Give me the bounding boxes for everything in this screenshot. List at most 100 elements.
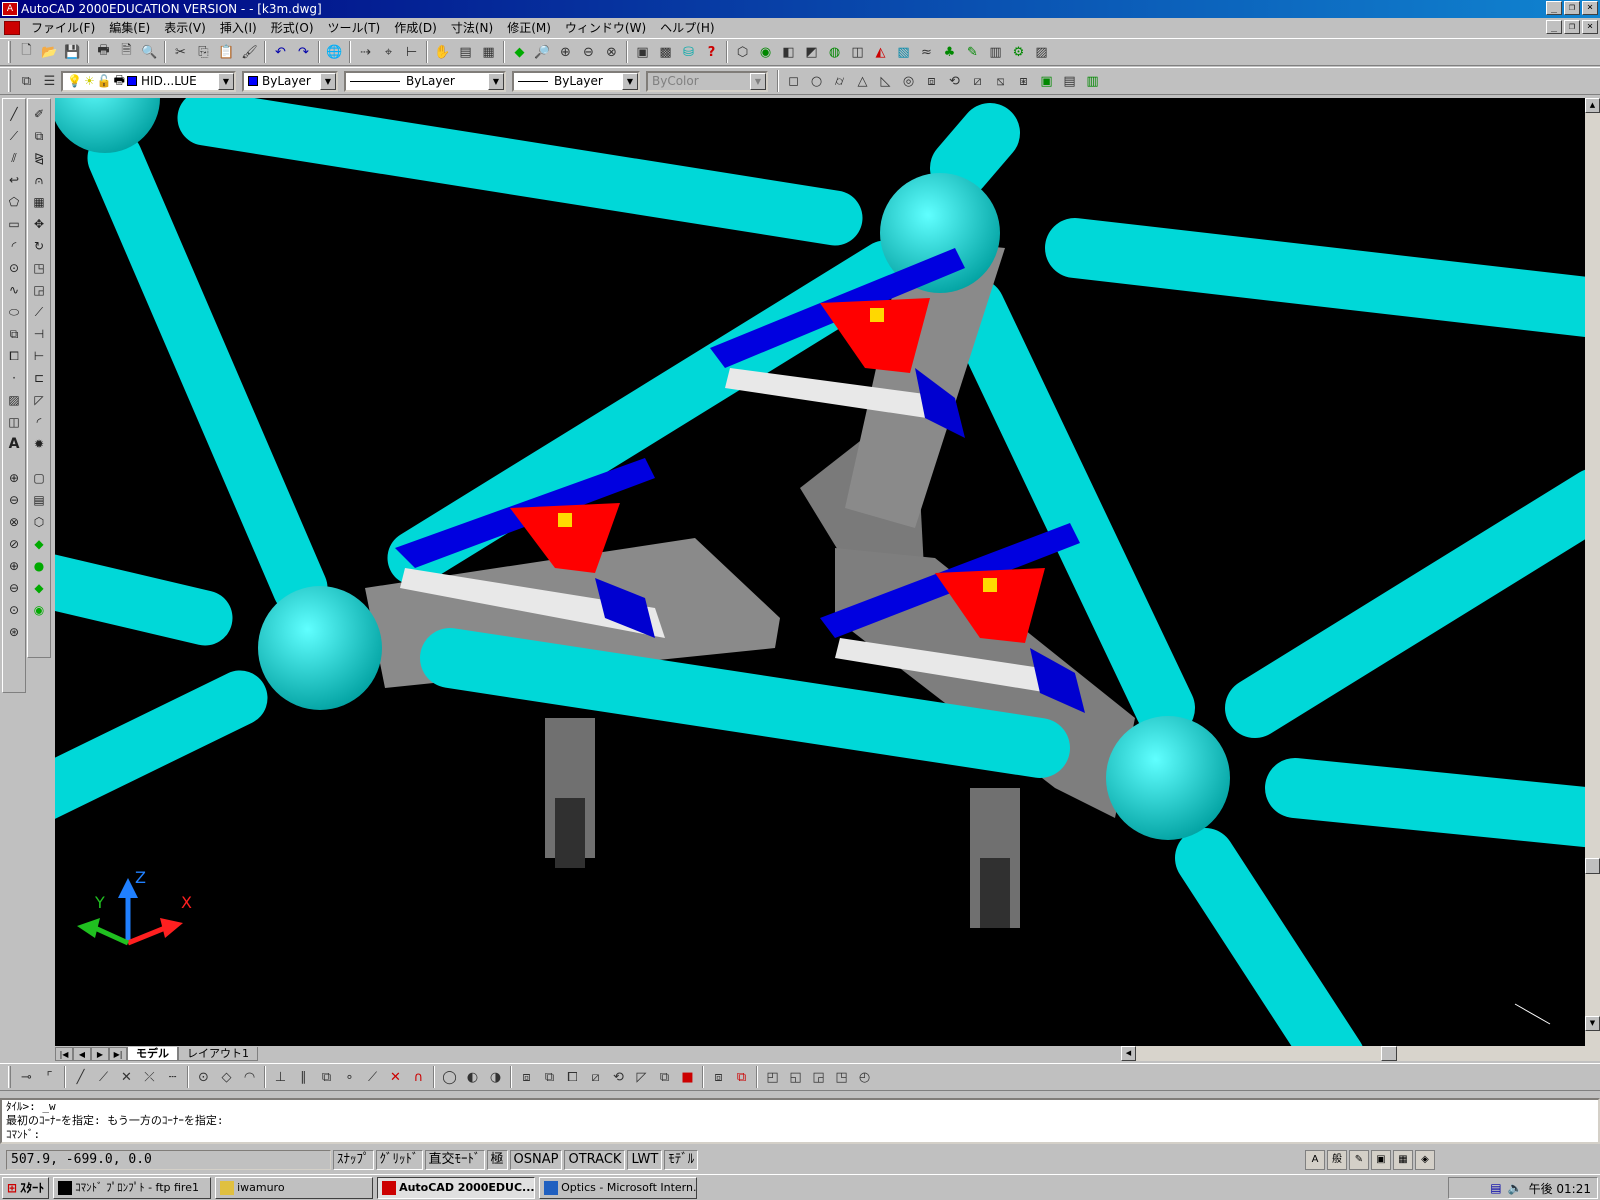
snap-center-icon[interactable]: ⊙	[192, 1066, 215, 1088]
match-properties-icon[interactable]: 🖌	[238, 41, 261, 63]
mirror-icon[interactable]: ⧎	[29, 147, 49, 169]
lineweight-combo[interactable]: ByLayer ▼	[512, 70, 640, 92]
help-icon[interactable]: ?	[700, 41, 723, 63]
ucs-icon[interactable]: ⊢	[400, 41, 423, 63]
model-toggle[interactable]: ﾓﾃﾞﾙ	[664, 1150, 699, 1170]
setup-view-icon[interactable]: ▤	[1058, 70, 1081, 92]
start-button[interactable]: ⊞ ｽﾀｰﾄ	[2, 1176, 50, 1199]
lengthen-icon[interactable]: ⟋	[29, 301, 49, 323]
arc-icon[interactable]: ◜	[4, 235, 24, 257]
network-icon[interactable]: ▤	[1490, 1181, 1501, 1195]
chevron-down-icon[interactable]: ▼	[622, 72, 638, 90]
check-icon[interactable]: ◴	[853, 1066, 876, 1088]
zoom-window-icon[interactable]: ⊕	[554, 41, 577, 63]
polygon-icon[interactable]: ⬠	[4, 191, 24, 213]
toolbar-grip[interactable]	[8, 70, 11, 92]
chevron-down-icon[interactable]: ▼	[488, 72, 504, 90]
break-icon[interactable]: ⊏	[29, 367, 49, 389]
menu-draw[interactable]: 作成(D)	[387, 19, 444, 36]
clock[interactable]: 午後 01:21	[1529, 1180, 1591, 1197]
zoom-window-icon[interactable]: ⊕	[4, 467, 24, 489]
save-icon[interactable]: 💾	[61, 41, 84, 63]
task-browser[interactable]: Optics - Microsoft Intern...	[539, 1176, 698, 1199]
multiline-icon[interactable]: ⫽	[4, 147, 24, 169]
snap-extension-icon[interactable]: ┄	[161, 1066, 184, 1088]
zoom-realtime-icon[interactable]: 🔎	[531, 41, 554, 63]
sw-iso-icon[interactable]: ◆	[29, 533, 49, 555]
viewpoint-icon[interactable]: ◆	[508, 41, 531, 63]
print-icon[interactable]: 🖶	[92, 41, 115, 63]
zoom-previous-icon[interactable]: ⊖	[577, 41, 600, 63]
toolbar-grip[interactable]	[8, 41, 11, 63]
horizontal-scrollbar[interactable]: ◀ ▶	[1121, 1046, 1600, 1061]
explode-icon[interactable]: ✹	[29, 433, 49, 455]
open-file-icon[interactable]: 📂	[38, 41, 61, 63]
snap-tangent-icon[interactable]: ◠	[238, 1066, 261, 1088]
snap-midpoint-icon[interactable]: ⟋	[92, 1066, 115, 1088]
scroll-up-icon[interactable]: ▲	[1585, 98, 1600, 113]
lights-icon[interactable]: ◍	[823, 41, 846, 63]
menu-tools[interactable]: ツール(T)	[321, 19, 388, 36]
mapping-icon[interactable]: ◭	[869, 41, 892, 63]
fog-icon[interactable]: ≈	[915, 41, 938, 63]
snap-intersection-icon[interactable]: ✕	[115, 1066, 138, 1088]
ime-tool-icon[interactable]: ✎	[1349, 1150, 1369, 1170]
color-combo[interactable]: ByLayer ▼	[242, 70, 338, 92]
menu-help[interactable]: ヘルプ(H)	[653, 19, 721, 36]
landscape-icon[interactable]: ♣	[938, 41, 961, 63]
snap-apparent-icon[interactable]: ⤫	[138, 1066, 161, 1088]
doc-restore-button[interactable]: ❐	[1564, 20, 1580, 34]
chamfer-icon[interactable]: ◸	[29, 389, 49, 411]
task-folder[interactable]: iwamuro	[215, 1176, 374, 1199]
imprint-icon[interactable]: ◰	[761, 1066, 784, 1088]
command-window[interactable]: ﾀｲﾙ>: _w 最初のｺｰﾅｰを指定: もう一方のｺｰﾅｰを指定: ｺﾏﾝﾄﾞ…	[0, 1098, 1600, 1144]
close-button[interactable]: ×	[1582, 1, 1598, 15]
zoom-scale-icon[interactable]: ⊗	[4, 511, 24, 533]
render-preferences-icon[interactable]: ⚙	[1007, 41, 1030, 63]
array-icon[interactable]: ▦	[29, 191, 49, 213]
copy-icon[interactable]: ⎘	[192, 41, 215, 63]
menu-format[interactable]: 形式(O)	[264, 19, 321, 36]
zoom-extents-icon[interactable]: ⊛	[4, 621, 24, 643]
revolve-icon[interactable]: ⟲	[943, 70, 966, 92]
background-icon[interactable]: ▧	[892, 41, 915, 63]
layers-icon[interactable]: ☰	[38, 70, 61, 92]
redo-icon[interactable]: ↷	[292, 41, 315, 63]
nw-iso-icon[interactable]: ◉	[29, 599, 49, 621]
clean-icon[interactable]: ◱	[784, 1066, 807, 1088]
named-views-icon[interactable]: ▢	[29, 467, 49, 489]
last-tab-icon[interactable]: ▶|	[109, 1046, 127, 1061]
snap-perpendicular-icon[interactable]: ⊥	[269, 1066, 292, 1088]
undo-icon[interactable]: ↶	[269, 41, 292, 63]
vertical-scrollbar[interactable]: ▲ ▼	[1585, 98, 1600, 1046]
toolbar-grip[interactable]	[8, 1066, 11, 1088]
prev-tab-icon[interactable]: ◀	[73, 1046, 91, 1061]
minimize-button[interactable]: _	[1546, 1, 1562, 15]
ellipse-icon[interactable]: ⬭	[4, 301, 24, 323]
scroll-down-icon[interactable]: ▼	[1585, 1016, 1600, 1031]
shell-icon[interactable]: ◳	[830, 1066, 853, 1088]
ime-pad-icon[interactable]: ▣	[1371, 1150, 1391, 1170]
snap-insert-icon[interactable]: ⧉	[315, 1066, 338, 1088]
landscape-library-icon[interactable]: ▥	[984, 41, 1007, 63]
scroll-left-icon[interactable]: ◀	[1121, 1046, 1136, 1061]
web-icon[interactable]: 🌐	[323, 41, 346, 63]
scroll-thumb[interactable]	[1381, 1046, 1397, 1061]
section-icon[interactable]: ⧅	[989, 70, 1012, 92]
fillet-icon[interactable]: ◜	[29, 411, 49, 433]
pan-icon[interactable]: ✋	[431, 41, 454, 63]
cylinder-icon[interactable]: ⌭	[828, 70, 851, 92]
scale-icon[interactable]: ◳	[29, 257, 49, 279]
chevron-down-icon[interactable]: ▼	[320, 72, 336, 90]
scenes-icon[interactable]: ◩	[800, 41, 823, 63]
design-center-icon[interactable]: ▦	[477, 41, 500, 63]
rotate-faces-icon[interactable]: ⟲	[607, 1066, 630, 1088]
point-icon[interactable]: ·	[4, 367, 24, 389]
snap-from-icon[interactable]: ⌜	[38, 1066, 61, 1088]
new-file-icon[interactable]: 🗋	[15, 41, 38, 63]
chevron-down-icon[interactable]: ▼	[218, 72, 234, 90]
rotate-icon[interactable]: ↻	[29, 235, 49, 257]
find-icon[interactable]: 🔍	[138, 41, 161, 63]
command-prompt[interactable]: ｺﾏﾝﾄﾞ:	[2, 1128, 1598, 1142]
stretch-icon[interactable]: ◲	[29, 279, 49, 301]
